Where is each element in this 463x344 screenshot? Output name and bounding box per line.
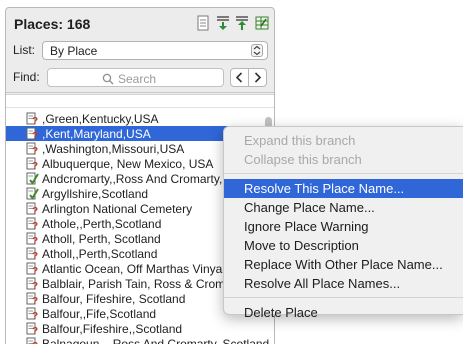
menu-item-label: Collapse this branch [244, 152, 362, 167]
chevron-right-icon [254, 72, 262, 83]
menu-item[interactable]: Replace With Other Place Name... [224, 255, 463, 274]
list-label: List: [13, 43, 36, 57]
place-resolved-icon [25, 172, 39, 185]
menu-item-label: Expand this branch [244, 133, 356, 148]
menu-item[interactable]: Ignore Place Warning [224, 217, 463, 236]
place-name: Arlington National Cemetery [42, 202, 193, 216]
place-warning-icon: ? [25, 217, 39, 230]
menu-item-label: Ignore Place Warning [244, 219, 369, 234]
svg-text:?: ? [32, 281, 38, 290]
place-name: Balfour, Fifeshire, Scotland [42, 292, 186, 306]
panel-header: Places: 168 [6, 8, 274, 38]
place-name: Balfour,,Fife,Scotland [42, 307, 157, 321]
place-warning-icon: ? [25, 262, 39, 275]
place-warning-icon: ? [25, 322, 39, 335]
menu-item: Expand this branch [224, 131, 463, 150]
next-button[interactable] [248, 68, 267, 87]
menu-item-label: Replace With Other Place Name... [244, 257, 443, 272]
place-name: Atholl, Perth, Scotland [42, 232, 161, 246]
spreadsheet-icon[interactable] [253, 14, 271, 32]
place-warning-icon: ? [25, 202, 39, 215]
menu-item-label: Delete Place [244, 305, 318, 320]
svg-text:?: ? [32, 161, 38, 170]
menu-separator [224, 173, 463, 174]
place-warning-icon: ? [25, 247, 39, 260]
menu-item[interactable]: Resolve This Place Name... [224, 179, 463, 198]
svg-text:?: ? [32, 236, 38, 245]
svg-text:?: ? [32, 311, 38, 320]
place-warning-icon: ? [25, 232, 39, 245]
place-name: Argyllshire,Scotland [42, 187, 149, 201]
find-label: Find: [13, 70, 40, 84]
chevron-left-icon [235, 72, 243, 83]
panel-title: Places: 168 [14, 16, 91, 32]
context-menu: Expand this branch Collapse this branch Re… [223, 126, 463, 320]
svg-text:?: ? [32, 296, 38, 305]
place-warning-icon: ? [25, 292, 39, 305]
up-down-arrows-icon [251, 44, 263, 57]
place-warning-icon: ? [25, 157, 39, 170]
menu-item-label: Move to Description [244, 238, 359, 253]
place-name: Balnagoun, , Ross And Cromarty, Scotland [42, 337, 270, 344]
search-placeholder: Search [118, 72, 157, 86]
place-warning-icon: ? [25, 112, 39, 125]
svg-text:?: ? [32, 326, 38, 335]
menu-item[interactable]: Delete Place [224, 303, 463, 322]
menu-item-label: Change Place Name... [244, 200, 375, 215]
list-mode-select[interactable]: By Place [42, 41, 268, 60]
menu-item[interactable]: Move to Description [224, 236, 463, 255]
list-item[interactable]: ? Balfour,Fifeshire,,Scotland [6, 321, 274, 336]
toolbar-divider [6, 92, 274, 93]
svg-text:?: ? [32, 206, 38, 215]
svg-text:?: ? [32, 131, 38, 140]
place-name: Atholl,,Perth,Scotland [42, 247, 158, 261]
menu-item[interactable]: Change Place Name... [224, 198, 463, 217]
list-item[interactable]: ?Balnagoun, , Ross And Cromarty, Scotlan… [6, 336, 274, 344]
sort-up-icon[interactable] [233, 14, 251, 32]
place-warning-icon: ? [25, 277, 39, 290]
menu-item-label: Resolve This Place Name... [244, 181, 405, 196]
place-warning-icon: ? [25, 307, 39, 320]
previous-button[interactable] [230, 68, 249, 87]
place-name: Albuquerque, New Mexico, USA [42, 157, 214, 171]
sort-down-icon[interactable] [214, 14, 232, 32]
place-warning-icon: ? [25, 337, 39, 344]
place-name: Athole,,Perth,Scotland [42, 217, 162, 231]
place-name: ,Washington,Missouri,USA [42, 142, 185, 156]
svg-text:?: ? [32, 251, 38, 260]
svg-text:?: ? [32, 146, 38, 155]
place-resolved-icon [25, 187, 39, 200]
place-warning-icon: ? [25, 127, 39, 140]
svg-text:?: ? [32, 266, 38, 275]
search-input[interactable]: Search [47, 68, 224, 87]
svg-text:?: ? [32, 221, 38, 230]
menu-item-label: Resolve All Place Names... [244, 276, 401, 291]
menu-separator [224, 297, 463, 298]
magnifier-icon [102, 73, 114, 85]
document-icon[interactable] [194, 14, 212, 32]
list-mode-value: By Place [50, 44, 98, 58]
place-warning-icon: ? [25, 142, 39, 155]
svg-text:?: ? [32, 116, 38, 125]
list-item[interactable]: ? ,Green,Kentucky,USA [6, 111, 274, 126]
menu-item[interactable]: Resolve All Place Names... [224, 274, 463, 293]
place-name: ,Green,Kentucky,USA [42, 112, 159, 126]
place-name: Balfour,Fifeshire,,Scotland [42, 322, 183, 336]
list-header [6, 95, 274, 108]
menu-item: Collapse this branch [224, 150, 463, 169]
place-name: ,Kent,Maryland,USA [42, 127, 151, 141]
